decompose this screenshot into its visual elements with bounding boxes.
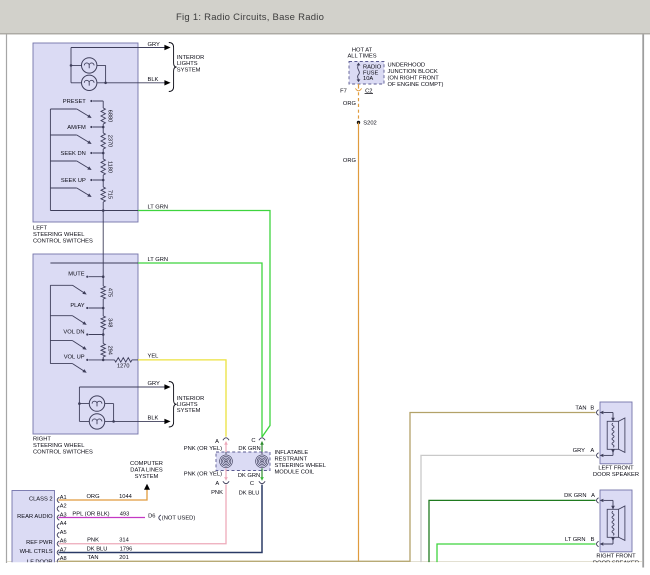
svg-text:348: 348 (106, 318, 112, 327)
svg-text:S202: S202 (363, 120, 376, 126)
svg-text:A4: A4 (60, 521, 67, 527)
svg-text:HOT AT: HOT AT (352, 47, 373, 53)
svg-text:PNK: PNK (87, 538, 99, 544)
svg-text:PNK: PNK (211, 490, 223, 496)
svg-text:SYSTEM: SYSTEM (177, 408, 201, 414)
svg-text:VOL UP: VOL UP (64, 355, 85, 361)
svg-text:CONTROL SWITCHES: CONTROL SWITCHES (33, 449, 93, 455)
svg-text:A: A (215, 481, 219, 487)
svg-text:715: 715 (106, 190, 112, 199)
svg-text:STEERING WHEEL: STEERING WHEEL (33, 232, 84, 238)
svg-text:REAR AUDIO: REAR AUDIO (17, 514, 53, 520)
svg-text:C: C (250, 481, 254, 487)
svg-text:493: 493 (120, 511, 130, 517)
svg-text:PPL (OR BLK): PPL (OR BLK) (72, 511, 109, 517)
svg-text:1180: 1180 (106, 161, 112, 173)
svg-text:B: B (591, 537, 595, 543)
svg-text:C: C (251, 438, 255, 444)
svg-text:1796: 1796 (120, 546, 133, 552)
svg-text:475: 475 (106, 288, 112, 297)
svg-text:DK GRN: DK GRN (238, 473, 260, 479)
svg-text:INFLATABLE: INFLATABLE (275, 450, 309, 456)
svg-text:D6: D6 (148, 513, 155, 519)
svg-text:WHL CTRLS: WHL CTRLS (20, 549, 53, 555)
svg-text:BLK: BLK (148, 416, 159, 422)
svg-text:TAN: TAN (87, 555, 98, 561)
svg-text:LEFT FRONT: LEFT FRONT (598, 466, 634, 472)
svg-text:201: 201 (119, 555, 129, 561)
svg-text:RESTRAINT: RESTRAINT (275, 457, 308, 463)
svg-text:294: 294 (106, 346, 112, 355)
svg-text:A5: A5 (60, 530, 67, 536)
svg-text:SYSTEM: SYSTEM (177, 67, 201, 73)
svg-text:CLASS 2: CLASS 2 (29, 496, 53, 502)
svg-text:2370: 2370 (106, 135, 112, 147)
svg-text:PNK (OR YEL): PNK (OR YEL) (184, 446, 222, 452)
svg-text:PLAY: PLAY (70, 303, 84, 309)
svg-text:6880: 6880 (106, 110, 112, 122)
svg-text:(ON RIGHT FRONT: (ON RIGHT FRONT (388, 75, 440, 81)
svg-text:A: A (591, 493, 595, 499)
svg-text:ALL TIMES: ALL TIMES (347, 54, 376, 60)
svg-text:STEERING WHEEL: STEERING WHEEL (33, 443, 84, 449)
svg-text:GRY: GRY (573, 448, 586, 454)
svg-text:LT GRN: LT GRN (565, 537, 586, 543)
svg-text:SYSTEM: SYSTEM (135, 474, 159, 480)
svg-text:RIGHT FRONT: RIGHT FRONT (596, 554, 636, 560)
svg-text:ORG: ORG (343, 101, 357, 107)
svg-text:1270: 1270 (117, 363, 129, 369)
svg-text:SEEK UP: SEEK UP (61, 178, 86, 184)
svg-text:10A: 10A (363, 76, 373, 82)
svg-text:DK BLU: DK BLU (239, 490, 260, 496)
svg-text:JUNCTION BLOCK: JUNCTION BLOCK (388, 69, 438, 75)
svg-text:F7: F7 (340, 89, 347, 95)
svg-text:1044: 1044 (119, 494, 133, 500)
svg-text:SEEK DN: SEEK DN (61, 151, 86, 157)
svg-text:314: 314 (119, 538, 129, 544)
svg-text:TAN: TAN (575, 405, 586, 411)
svg-text:INTERIOR: INTERIOR (177, 396, 204, 402)
svg-text:LT GRN: LT GRN (148, 204, 169, 210)
svg-text:DK GRN: DK GRN (238, 446, 260, 452)
svg-text:COMPUTER: COMPUTER (130, 461, 163, 467)
svg-text:GRY: GRY (148, 381, 161, 387)
svg-text:MUTE: MUTE (68, 272, 84, 278)
svg-text:DK BLU: DK BLU (87, 546, 108, 552)
svg-text:DATA LINES: DATA LINES (130, 468, 163, 474)
svg-text:RIGHT: RIGHT (33, 437, 51, 443)
svg-text:LEFT: LEFT (33, 226, 48, 232)
svg-text:BLK: BLK (148, 77, 159, 83)
svg-text:ORG: ORG (343, 158, 357, 164)
svg-text:DK GRN: DK GRN (564, 493, 586, 499)
svg-text:Fig 1: Radio Circuits, Base Ra: Fig 1: Radio Circuits, Base Radio (176, 12, 324, 23)
svg-text:MODULE COIL: MODULE COIL (275, 470, 315, 476)
svg-text:A7: A7 (60, 547, 67, 553)
svg-text:ORG: ORG (86, 494, 100, 500)
svg-text:LIGHTS: LIGHTS (177, 61, 198, 67)
svg-text:STEERING WHEEL: STEERING WHEEL (275, 463, 326, 469)
svg-text:DOOR SPEAKER: DOOR SPEAKER (593, 472, 639, 478)
svg-text:A6: A6 (60, 539, 67, 545)
svg-text:GRY: GRY (148, 42, 161, 48)
svg-text:PRESET: PRESET (63, 99, 86, 105)
svg-text:(NOT USED): (NOT USED) (162, 516, 196, 522)
svg-text:OF ENGINE COMPT): OF ENGINE COMPT) (388, 82, 444, 88)
svg-text:REF PWR: REF PWR (26, 540, 53, 546)
svg-text:UNDERHOOD: UNDERHOOD (388, 63, 426, 69)
svg-text:LT GRN: LT GRN (148, 257, 169, 263)
svg-text:YEL: YEL (148, 353, 159, 359)
svg-text:PNK (OR YEL): PNK (OR YEL) (184, 472, 222, 478)
svg-text:INTERIOR: INTERIOR (177, 55, 204, 61)
svg-text:A: A (590, 448, 594, 454)
svg-text:B: B (590, 405, 594, 411)
svg-text:AM/FM: AM/FM (67, 125, 86, 131)
svg-text:LIGHTS: LIGHTS (177, 402, 198, 408)
svg-text:A: A (215, 439, 219, 445)
svg-text:VOL DN: VOL DN (63, 329, 84, 335)
svg-text:A2: A2 (60, 504, 67, 510)
svg-text:CONTROL SWITCHES: CONTROL SWITCHES (33, 238, 93, 244)
